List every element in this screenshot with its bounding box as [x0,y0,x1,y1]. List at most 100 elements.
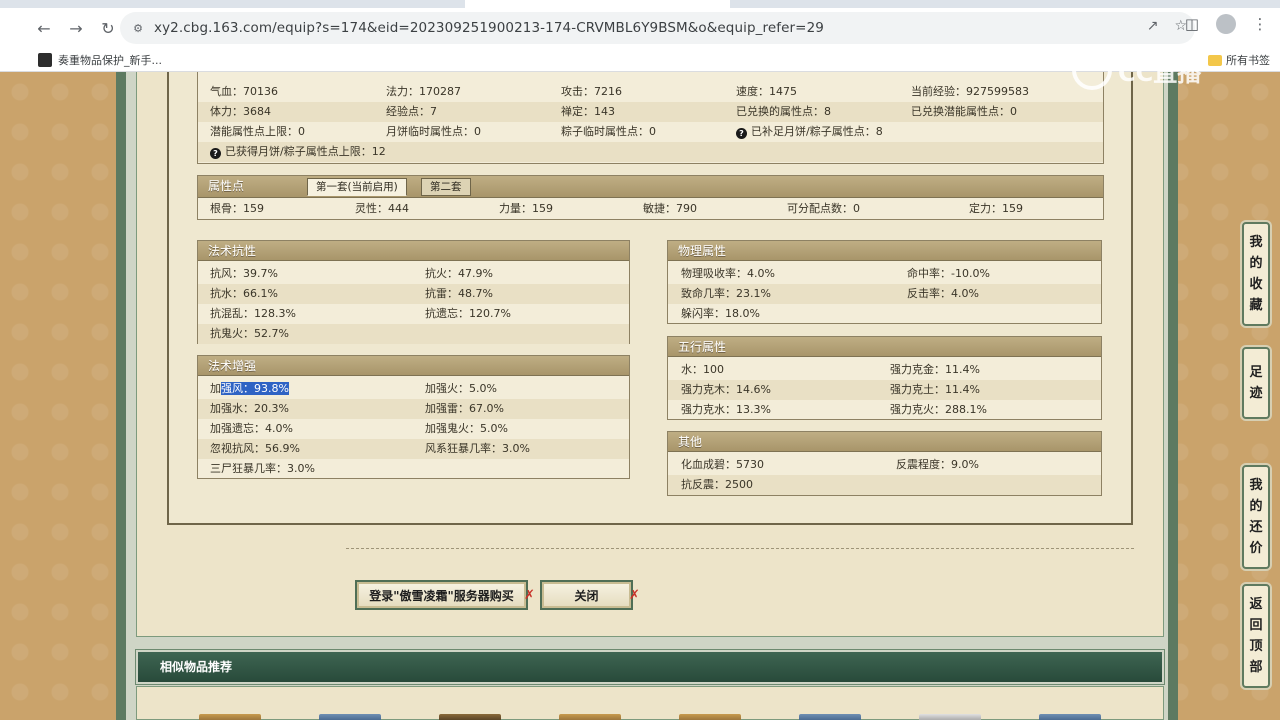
attr-value: 灵性：444 [355,202,409,215]
tab-set-one[interactable]: 第一套(当前启用) [307,178,407,196]
stat-value: 已兑换的属性点：8 [736,105,831,118]
stat-value: 潜能属性点上限：0 [210,125,305,138]
nav-char: 价 [1249,541,1263,556]
stats-row: ? 已获得月饼/粽子属性点上限：12 [198,142,1103,162]
stat-value: 当前经验：927599583 [911,85,1029,98]
share-icon[interactable]: ↗ [1147,18,1159,34]
back-icon[interactable]: ← [30,14,58,42]
attribute-points-title: 属性点 [208,179,245,193]
physical-row: 物理吸收率：4.0% 命中率：-10.0% [668,264,1101,284]
other-row: 化血成碧：5730 反震程度：9.0% [668,455,1101,475]
nav-char: 回 [1249,618,1263,633]
elements-value: 水：100 [681,363,724,376]
physical-value: 躲闪率：18.0% [681,307,760,320]
enhance-value: 加强火：5.0% [425,382,497,395]
help-icon[interactable]: ? [210,148,221,159]
item-thumbnail[interactable] [679,714,741,720]
reload-icon[interactable]: ↻ [94,14,122,42]
enhance-value: 忽视抗风：56.9% [210,442,300,455]
attribute-points-panel: 属性点 第一套(当前启用) 第二套 根骨：159 灵性：444 力量：159 敏… [197,175,1104,220]
help-icon[interactable]: ? [736,128,747,139]
other-value: 化血成碧：5730 [681,458,764,471]
enhance-row: 三尸狂暴几率：3.0% [198,459,629,479]
enhance-row: 加强遗忘：4.0% 加强鬼火：5.0% [198,419,629,439]
stat-value: 已兑换潜能属性点：0 [911,105,1017,118]
item-thumbnail[interactable] [319,714,381,720]
item-thumbnail[interactable] [439,714,501,720]
site-info-icon[interactable]: ⚙ [130,20,146,36]
spell-enhance-title: 法术增强 [208,359,257,373]
login-buy-button[interactable]: 登录"傲雪凌霜"服务器购买 [355,580,528,610]
elements-row: 强力克水：13.3% 强力克火：288.1% [668,400,1101,420]
resist-value: 抗水：66.1% [210,287,278,300]
elements-value: 强力克火：288.1% [890,403,987,416]
footprint-button[interactable]: 足 迹 [1242,347,1270,419]
item-thumbnail[interactable] [199,714,261,720]
stat-value: 体力：3684 [210,105,271,118]
attr-value: 定力：159 [969,202,1023,215]
similar-items-title: 相似物品推荐 [160,660,233,674]
nav-char: 顶 [1249,639,1263,654]
sidepanel-icon[interactable]: ◫ [1182,14,1202,34]
stat-value: 气血：70136 [210,85,278,98]
attribute-points-row: 根骨：159 灵性：444 力量：159 敏捷：790 可分配点数：0 定力：1… [198,199,1103,219]
forward-icon[interactable]: → [62,14,90,42]
nav-char: 我 [1249,235,1263,250]
selected-text[interactable]: 强风：93.8% [221,382,289,395]
elements-row: 强力克木：14.6% 强力克土：11.4% [668,380,1101,400]
similar-items-area [136,686,1164,720]
close-x-icon: ✗ [629,588,640,603]
enhance-row: 加强风：93.8% 加强火：5.0% [198,379,629,399]
basic-stats-panel: 气血：70136 法力：170287 攻击：7216 速度：1475 当前经验：… [197,72,1104,164]
other-attr-panel: 其他 化血成碧：5730 反震程度：9.0% 抗反震：2500 [667,431,1102,496]
enhance-value: 三尸狂暴几率：3.0% [210,462,315,475]
profile-avatar[interactable] [1216,14,1236,34]
enhance-value: 加强鬼火：5.0% [425,422,508,435]
nav-char: 的 [1249,256,1263,271]
enhance-row: 忽视抗风：56.9% 风系狂暴几率：3.0% [198,439,629,459]
item-thumbnail[interactable] [1039,714,1101,720]
item-thumbnail[interactable] [799,714,861,720]
stats-row: 潜能属性点上限：0 月饼临时属性点：0 粽子临时属性点：0 ? 已补足月饼/粽子属… [198,122,1103,142]
close-button[interactable]: 关闭 [540,580,633,610]
stats-row: 气血：70136 法力：170287 攻击：7216 速度：1475 当前经验：… [198,82,1103,102]
page: 气血：70136 法力：170287 攻击：7216 速度：1475 当前经验：… [0,72,1280,720]
stat-value: ? 已获得月饼/粽子属性点上限：12 [210,142,386,162]
tab-set-two[interactable]: 第二套 [421,178,471,196]
divider [346,548,1134,549]
resist-row: 抗混乱：128.3% 抗遗忘：120.7% [198,304,629,324]
stat-text: 已补足月饼/粽子属性点：8 [751,125,883,138]
enhance-value[interactable]: 加强风：93.8% [210,379,289,399]
url-text[interactable]: xy2.cbg.163.com/equip?s=174&eid=20230925… [154,20,824,36]
menu-icon[interactable]: ⋮ [1250,14,1270,34]
address-bar[interactable]: ⚙ xy2.cbg.163.com/equip?s=174&eid=202309… [120,12,1195,44]
nav-char: 收 [1249,277,1263,292]
browser-toolbar: ← → ↻ ⚙ xy2.cbg.163.com/equip?s=174&eid=… [0,8,1280,48]
other-row: 抗反震：2500 [668,475,1101,495]
item-thumbnail[interactable] [559,714,621,720]
bookmark-item[interactable]: 奏重物品保护_新手... [38,52,162,68]
item-thumbnail[interactable] [919,714,981,720]
attr-value: 根骨：159 [210,202,264,215]
bookmark-label: 奏重物品保护_新手... [58,54,162,67]
my-favorites-button[interactable]: 我 的 收 藏 [1242,222,1270,326]
my-bargain-button[interactable]: 我 的 还 价 [1242,465,1270,569]
physical-attr-title: 物理属性 [678,244,727,258]
physical-row: 致命几率：23.1% 反击率：4.0% [668,284,1101,304]
elements-value: 强力克水：13.3% [681,403,771,416]
physical-value: 致命几率：23.1% [681,287,771,300]
stat-value: ? 已补足月饼/粽子属性点：8 [736,122,883,142]
physical-attr-header: 物理属性 [668,241,1101,261]
nav-char: 返 [1249,597,1263,612]
active-tab[interactable] [465,0,730,8]
physical-value: 物理吸收率：4.0% [681,267,775,280]
nav-char: 藏 [1249,298,1263,313]
elements-row: 水：100 强力克金：11.4% [668,360,1101,380]
stat-value: 法力：170287 [386,85,461,98]
spell-enhance-header: 法术增强 [198,356,629,376]
spell-resist-title: 法术抗性 [208,244,257,258]
back-to-top-button[interactable]: 返 回 顶 部 [1242,584,1270,688]
five-elements-header: 五行属性 [668,337,1101,357]
nav-char: 还 [1249,520,1263,535]
other-value: 反震程度：9.0% [896,458,979,471]
